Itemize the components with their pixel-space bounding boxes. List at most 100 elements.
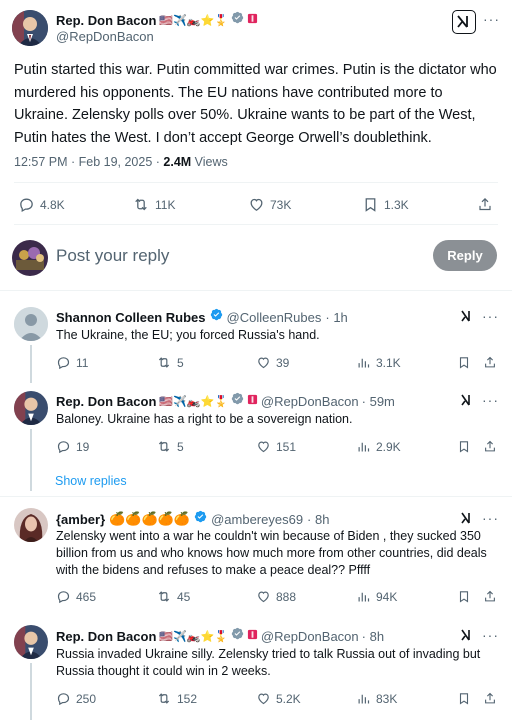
views-count: 2.9K bbox=[376, 439, 401, 454]
analytics-icon bbox=[358, 358, 370, 368]
more-options-icon[interactable]: ··· bbox=[482, 309, 499, 323]
views-count: 83K bbox=[376, 691, 398, 706]
reply-button[interactable]: 465 bbox=[56, 589, 96, 604]
repost-button[interactable]: 11K bbox=[132, 196, 175, 213]
author-name[interactable]: Rep. Don Bacon bbox=[56, 394, 156, 409]
reply-text: Baloney. Ukraine has a right to be a sov… bbox=[56, 412, 353, 426]
name-emojis: 🇺🇸✈️🏍️⭐🎖️ bbox=[159, 630, 228, 643]
show-replies-link[interactable]: Show replies bbox=[55, 474, 127, 488]
author-name[interactable]: {amber} bbox=[56, 512, 105, 527]
user-avatar[interactable] bbox=[12, 240, 48, 276]
reply-icon bbox=[20, 198, 33, 212]
post-time[interactable]: · 1h bbox=[325, 310, 347, 325]
grok-icon[interactable] bbox=[460, 309, 474, 323]
reply-icon bbox=[57, 693, 70, 706]
views-count: 2.4M bbox=[163, 155, 192, 169]
like-button[interactable]: 39 bbox=[256, 355, 289, 370]
author-avatar[interactable] bbox=[14, 307, 48, 341]
repost-button[interactable]: 45 bbox=[156, 589, 190, 604]
bookmark-button[interactable] bbox=[457, 691, 471, 706]
author-avatar[interactable] bbox=[14, 625, 48, 659]
verified-gray-icon bbox=[231, 392, 244, 410]
share-button[interactable] bbox=[483, 355, 497, 370]
reply-button[interactable]: 250 bbox=[56, 691, 96, 706]
views-button[interactable]: 2.9K bbox=[356, 439, 401, 454]
thread-line bbox=[30, 663, 32, 720]
author-avatar[interactable] bbox=[12, 10, 48, 46]
share-button[interactable] bbox=[477, 196, 493, 213]
reply-button[interactable]: 11 bbox=[56, 355, 88, 370]
gift-icon bbox=[247, 11, 258, 29]
like-button[interactable]: 151 bbox=[256, 439, 296, 454]
share-button[interactable] bbox=[483, 439, 497, 454]
verified-gray-icon bbox=[231, 627, 244, 645]
bookmark-button[interactable] bbox=[457, 439, 471, 454]
author-name[interactable]: Rep. Don Bacon bbox=[56, 13, 156, 28]
like-button[interactable]: 888 bbox=[256, 589, 296, 604]
more-options-icon[interactable]: ··· bbox=[482, 393, 499, 407]
bookmark-button[interactable] bbox=[457, 589, 471, 604]
heart-icon bbox=[258, 357, 269, 369]
author-handle[interactable]: @ambereyes69 bbox=[211, 512, 303, 527]
share-button[interactable] bbox=[483, 691, 497, 706]
repost-button[interactable]: 5 bbox=[156, 355, 184, 370]
reply-text: Russia invaded Ukraine silly. Zelensky t… bbox=[56, 647, 481, 678]
reply-button[interactable]: 19 bbox=[56, 439, 89, 454]
more-options-icon[interactable]: ··· bbox=[482, 628, 499, 642]
bookmark-button[interactable]: 1.3K bbox=[362, 196, 409, 213]
post-time[interactable]: · 8h bbox=[307, 512, 329, 527]
thread-line bbox=[30, 345, 32, 383]
bookmark-button[interactable] bbox=[457, 355, 471, 370]
views-count: 3.1K bbox=[376, 355, 401, 370]
reply-count: 465 bbox=[76, 589, 97, 604]
grok-icon[interactable] bbox=[460, 393, 474, 407]
reply-icon bbox=[57, 441, 70, 454]
author-handle[interactable]: @RepDonBacon bbox=[261, 394, 359, 409]
author-avatar[interactable] bbox=[14, 508, 48, 542]
like-count: 888 bbox=[276, 589, 297, 604]
reply-input[interactable]: Post your reply bbox=[56, 246, 169, 266]
repost-button[interactable]: 152 bbox=[156, 691, 197, 706]
author-handle[interactable]: @RepDonBacon bbox=[56, 29, 154, 44]
analytics-icon bbox=[358, 592, 370, 602]
like-count: 39 bbox=[276, 355, 290, 370]
gift-icon bbox=[247, 627, 258, 645]
divider bbox=[14, 182, 498, 183]
divider bbox=[0, 290, 512, 291]
repost-icon bbox=[135, 198, 147, 211]
share-icon bbox=[485, 440, 495, 452]
like-button[interactable]: 5.2K bbox=[256, 691, 301, 706]
author-handle[interactable]: @ColleenRubes bbox=[227, 310, 322, 325]
post-timestamp[interactable]: 12:57 PM · Feb 19, 2025 · bbox=[14, 155, 163, 169]
grok-icon[interactable] bbox=[460, 628, 474, 642]
share-icon bbox=[485, 356, 495, 368]
more-options-icon[interactable]: ··· bbox=[482, 511, 499, 525]
reply-button[interactable]: 4.8K bbox=[18, 196, 65, 213]
author-name[interactable]: Shannon Colleen Rubes bbox=[56, 310, 206, 325]
repost-icon bbox=[158, 591, 170, 602]
repost-button[interactable]: 5 bbox=[156, 439, 184, 454]
post-time[interactable]: · 8h bbox=[362, 629, 384, 644]
name-emojis: 🇺🇸✈️🏍️⭐🎖️ bbox=[159, 395, 228, 408]
name-emojis: 🍊🍊🍊🍊🍊 bbox=[109, 511, 191, 526]
views-count: 94K bbox=[376, 589, 398, 604]
grok-icon[interactable] bbox=[452, 10, 476, 34]
grok-icon[interactable] bbox=[460, 511, 474, 525]
like-button[interactable]: 73K bbox=[248, 196, 291, 213]
views-button[interactable]: 83K bbox=[356, 691, 397, 706]
analytics-icon bbox=[358, 694, 370, 704]
verified-blue-icon bbox=[210, 308, 223, 326]
author-name[interactable]: Rep. Don Bacon bbox=[56, 629, 156, 644]
post-time[interactable]: · 59m bbox=[362, 394, 395, 409]
author-handle[interactable]: @RepDonBacon bbox=[261, 629, 359, 644]
reply-count: 11 bbox=[76, 355, 89, 370]
views-button[interactable]: 94K bbox=[356, 589, 397, 604]
bookmark-icon bbox=[365, 198, 376, 212]
share-button[interactable] bbox=[483, 589, 497, 604]
more-options-icon[interactable]: ··· bbox=[483, 12, 500, 26]
views-button[interactable]: 3.1K bbox=[356, 355, 401, 370]
views-label: Views bbox=[194, 155, 228, 169]
repost-count: 11K bbox=[155, 197, 176, 212]
author-avatar[interactable] bbox=[14, 391, 48, 425]
reply-submit-button[interactable]: Reply bbox=[433, 240, 497, 271]
